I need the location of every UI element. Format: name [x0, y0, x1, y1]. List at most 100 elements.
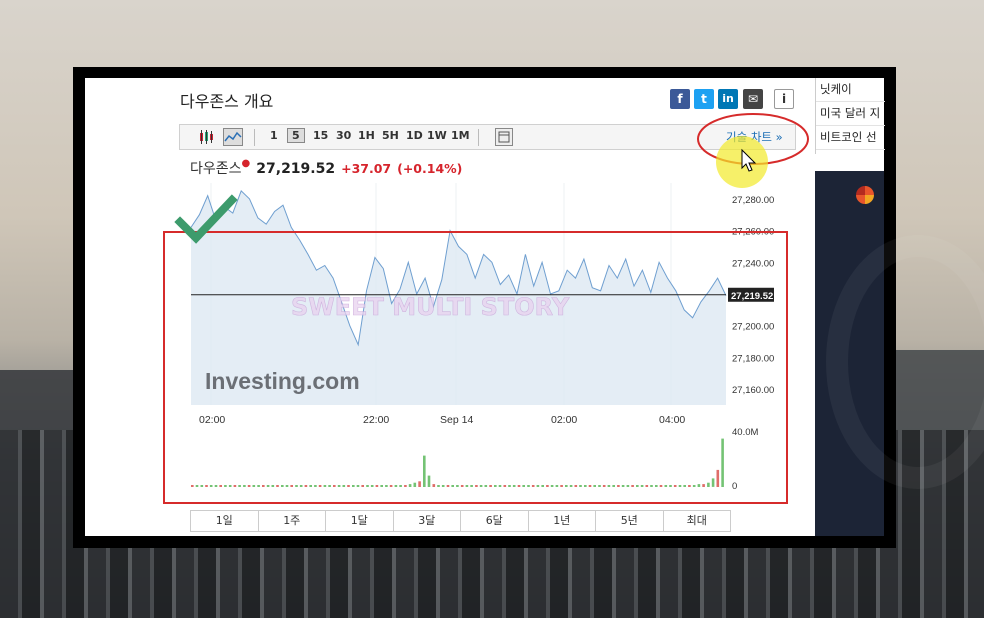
period-max[interactable]: 최대: [664, 511, 731, 531]
quote-line: 다우존스● 27,219.52 +37.07 (+0.14%): [190, 158, 462, 178]
technical-chart-link[interactable]: 기술 차트 »: [726, 129, 783, 145]
volume-bar: [489, 485, 492, 487]
volume-bar: [361, 485, 364, 487]
volume-bar: [385, 485, 388, 487]
volume-bar: [228, 485, 232, 487]
volume-bar: [299, 485, 303, 487]
info-icon[interactable]: i: [774, 89, 794, 109]
volume-bar: [191, 485, 194, 487]
volume-bar: [617, 485, 620, 487]
volume-bar: [290, 485, 293, 487]
volume-bar: [238, 485, 241, 487]
interval-1d[interactable]: 1D: [406, 129, 423, 142]
volume-bar: [276, 485, 279, 487]
watermark-investing: Investing.com: [205, 368, 360, 394]
volume-bar: [522, 485, 525, 487]
interval-1m[interactable]: 1M: [451, 129, 470, 142]
volume-bar: [271, 485, 275, 487]
volume-bar: [470, 485, 473, 487]
volume-bar: [702, 484, 705, 487]
period-3m[interactable]: 3달: [394, 511, 461, 531]
interval-30[interactable]: 30: [336, 129, 351, 142]
volume-bar: [465, 485, 469, 487]
twitter-icon[interactable]: t: [694, 89, 714, 109]
fullscreen-icon[interactable]: [495, 128, 513, 146]
mail-icon[interactable]: ✉: [743, 89, 763, 109]
volume-bar: [333, 485, 336, 487]
volume-bar: [494, 485, 497, 487]
linkedin-icon[interactable]: in: [718, 89, 738, 109]
interval-1[interactable]: 1: [270, 129, 278, 142]
interval-1h[interactable]: 1H: [358, 129, 375, 142]
side-item-usd-index[interactable]: 미국 달러 지: [816, 102, 885, 126]
volume-bar: [531, 485, 535, 487]
x-tick-label: 02:00: [199, 414, 225, 426]
volume-bar: [716, 469, 720, 487]
volume-bar: [527, 485, 530, 487]
volume-bar: [243, 485, 246, 487]
volume-bar: [437, 485, 440, 487]
volume-bar: [318, 485, 322, 487]
overlay-watermark-text: SWEET MULTI STORY: [291, 293, 570, 321]
volume-bar: [541, 485, 544, 487]
volume-bar: [546, 485, 549, 487]
interval-5h[interactable]: 5H: [382, 129, 399, 142]
last-value-label: 27,219.52: [731, 291, 773, 302]
volume-bar: [560, 485, 563, 487]
quote-name: 다우존스: [190, 161, 242, 177]
interval-5[interactable]: 5: [287, 128, 305, 143]
volume-bar: [621, 485, 625, 487]
quote-price: 27,219.52: [256, 161, 336, 177]
volume-bar: [707, 482, 710, 487]
period-1m[interactable]: 1달: [326, 511, 394, 531]
volume-bar: [214, 485, 218, 487]
volume-bar: [195, 485, 199, 487]
volume-bar: [456, 485, 459, 487]
interval-15[interactable]: 15: [313, 129, 328, 142]
y-tick-label: 27,240.00: [732, 258, 774, 269]
quote-change: +37.07: [341, 161, 392, 176]
volume-bar: [512, 485, 516, 487]
side-index-list: 닛케이 미국 달러 지 비트코인 선: [815, 78, 885, 154]
volume-bar: [281, 485, 284, 487]
volume-bar: [304, 485, 308, 487]
period-1y[interactable]: 1년: [529, 511, 596, 531]
volume-bar: [408, 484, 412, 487]
volume-bar: [266, 485, 270, 487]
volume-bar: [451, 485, 454, 487]
volume-bar: [328, 485, 331, 487]
period-1d[interactable]: 1일: [191, 511, 259, 531]
facebook-icon[interactable]: f: [670, 89, 690, 109]
x-tick-label: 04:00: [659, 414, 685, 426]
volume-bar: [347, 485, 350, 487]
price-chart[interactable]: Investing.com SWEET MULTI STORY 27,280.00 2…: [190, 183, 796, 503]
volume-bar: [399, 485, 402, 487]
y-tick-label: 27,180.00: [732, 353, 774, 364]
volume-bar: [352, 485, 355, 487]
volume-bar: [602, 485, 606, 487]
period-5y[interactable]: 5년: [596, 511, 664, 531]
volume-bar: [295, 485, 298, 487]
page-title: 다우존스 개요: [180, 92, 274, 111]
volume-bar: [517, 485, 521, 487]
area-chart-icon[interactable]: [223, 128, 243, 146]
y-tick-label: 27,200.00: [732, 322, 774, 333]
ad-logo-icon: [856, 186, 874, 204]
side-item-bitcoin[interactable]: 비트코인 선: [816, 126, 885, 150]
volume-bar: [441, 485, 445, 487]
period-6m[interactable]: 6달: [461, 511, 529, 531]
volume-bar: [323, 485, 327, 487]
side-item-nikkei[interactable]: 닛케이: [816, 78, 885, 102]
volume-bar: [612, 485, 615, 487]
volume-bar: [356, 485, 360, 487]
volume-bar: [257, 485, 260, 487]
interval-1w[interactable]: 1W: [427, 129, 447, 142]
volume-bar: [200, 485, 204, 487]
volume-bar: [404, 485, 407, 487]
volume-bar: [342, 485, 346, 487]
period-1w[interactable]: 1주: [259, 511, 326, 531]
volume-bar: [655, 485, 658, 487]
price-chart-svg: Investing.com SWEET MULTI STORY 27,280.00 2…: [190, 183, 774, 492]
x-tick-label: Sep 14: [440, 414, 473, 426]
volume-bar: [370, 485, 374, 487]
